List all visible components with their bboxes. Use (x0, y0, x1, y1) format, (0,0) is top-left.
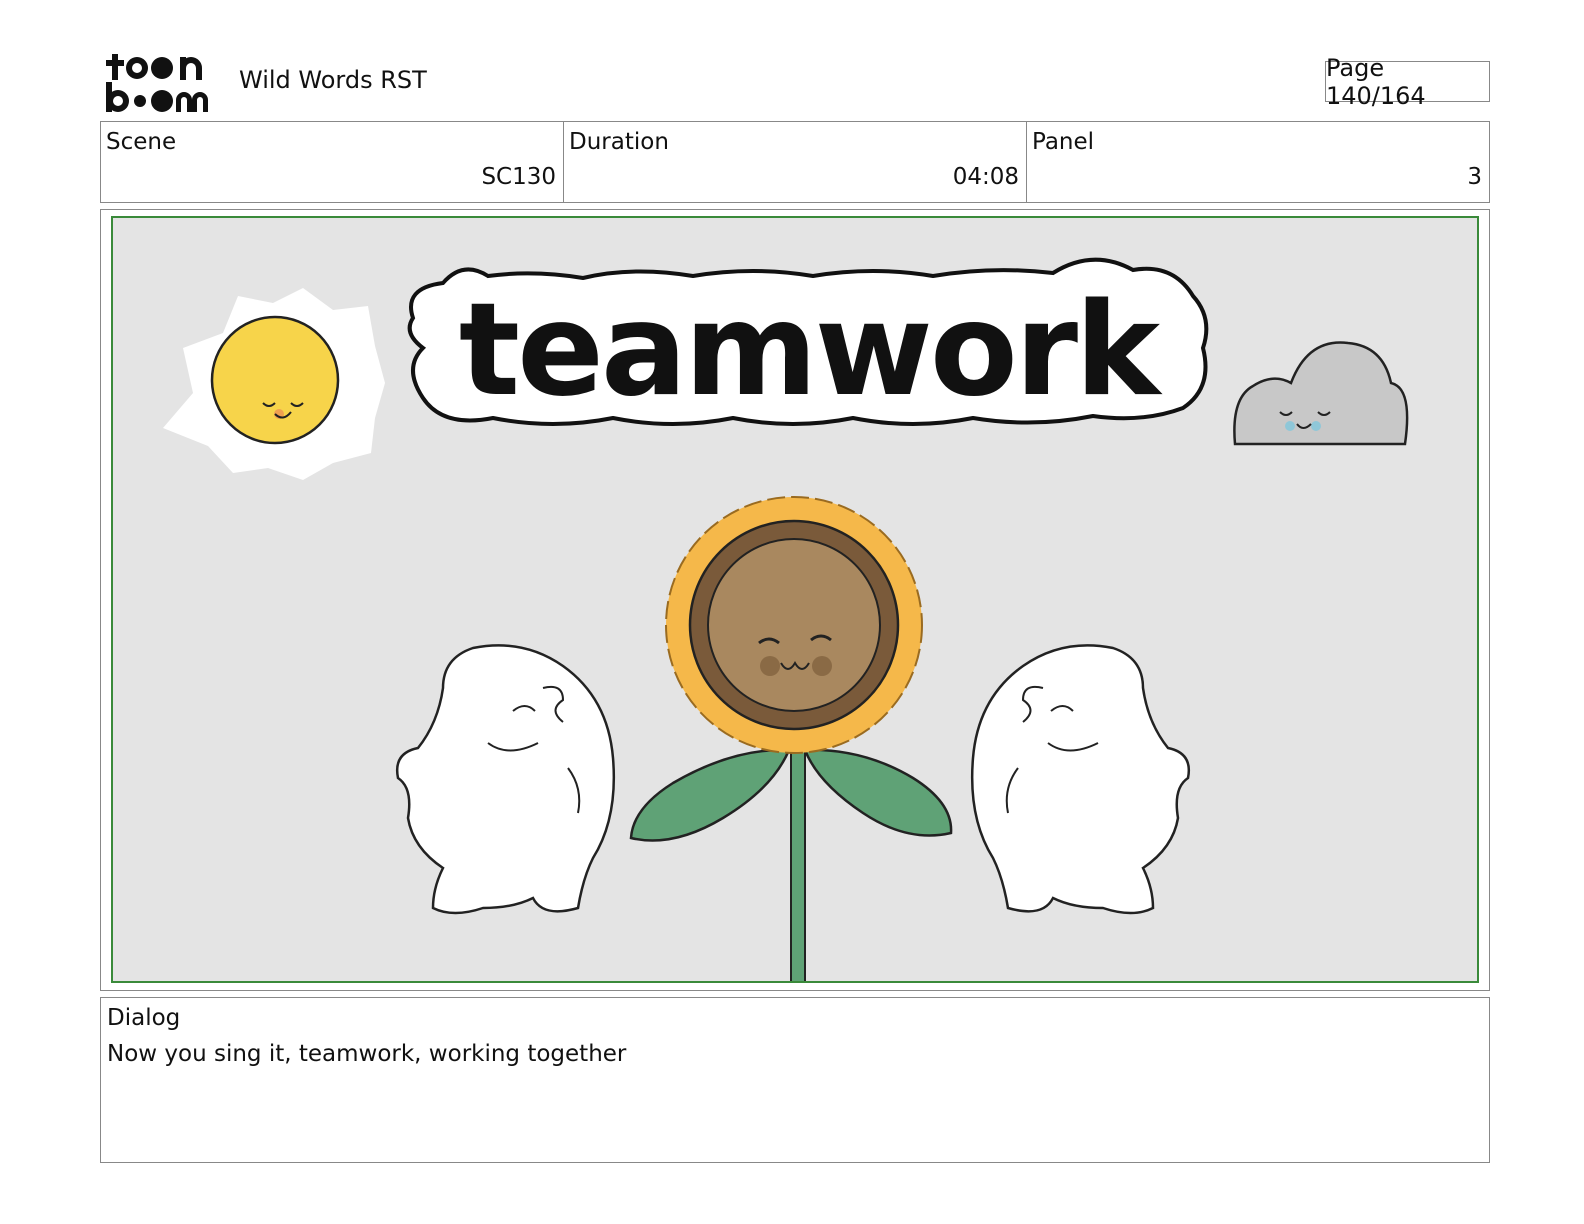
duration-value: 04:08 (952, 164, 1019, 190)
toon-boom-logo (104, 50, 216, 114)
dialog-box: Dialog Now you sing it, teamwork, workin… (100, 997, 1490, 1163)
sunflower-character (665, 496, 923, 754)
panel-cell: Panel 3 (1027, 122, 1489, 202)
sunflower-stem (629, 742, 953, 981)
sun-character (210, 315, 340, 445)
panel-label: Panel (1032, 129, 1095, 155)
left-blob-character (395, 644, 616, 915)
duration-cell: Duration 04:08 (564, 122, 1027, 202)
scene-label: Scene (106, 129, 177, 155)
cloud-character (1233, 341, 1409, 446)
page-number: Page 140/164 (1325, 54, 1490, 110)
scene-cell: Scene SC130 (101, 122, 564, 202)
right-blob-character (970, 644, 1191, 915)
duration-label: Duration (569, 129, 669, 155)
info-table: Scene SC130 Duration 04:08 Panel 3 (100, 121, 1490, 203)
panel-artwork: teamwork (111, 216, 1479, 983)
scene-value: SC130 (481, 164, 556, 190)
headline-text: teamwork (459, 276, 1163, 425)
dialog-label: Dialog (107, 1005, 181, 1031)
dialog-text: Now you sing it, teamwork, working toget… (107, 1041, 627, 1067)
project-title: Wild Words RST (239, 66, 427, 94)
panel-value: 3 (1467, 164, 1482, 190)
storyboard-panel: teamwork (100, 209, 1490, 991)
headline-banner: teamwork (407, 257, 1209, 426)
